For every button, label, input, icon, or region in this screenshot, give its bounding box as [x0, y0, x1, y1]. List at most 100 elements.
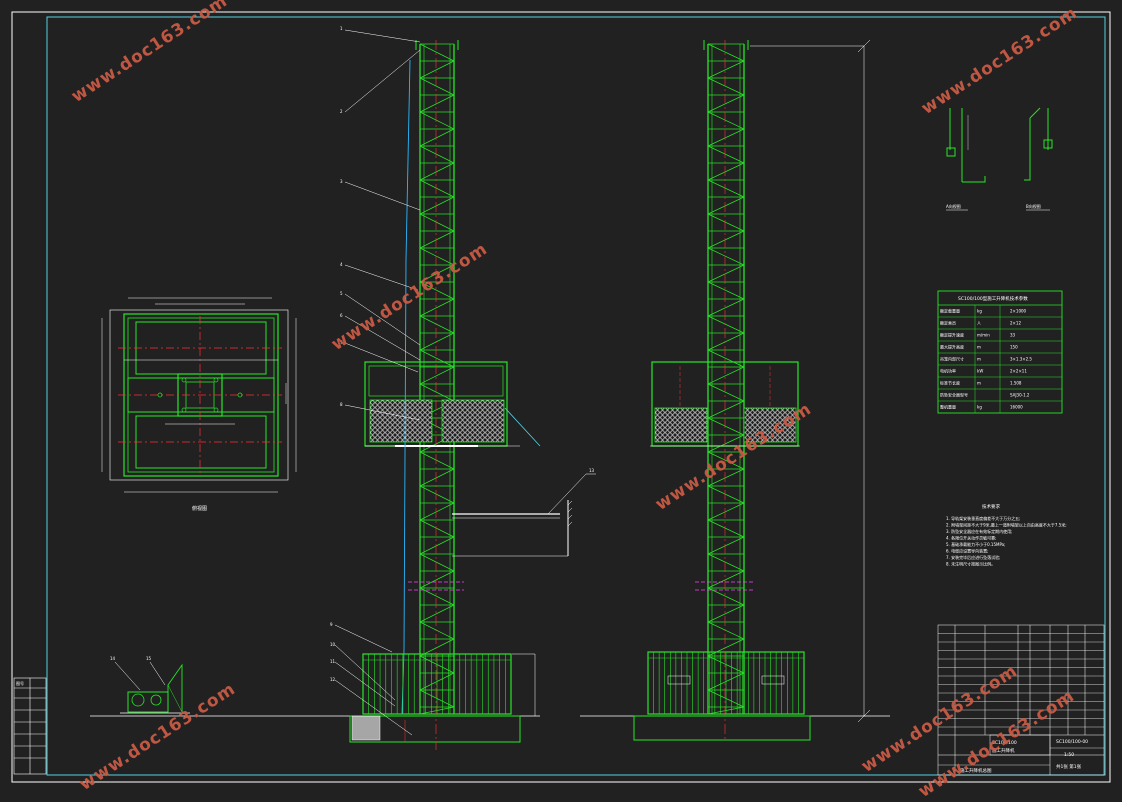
spec-cell: 标准节长度: [940, 380, 960, 386]
callout-6: 6: [340, 313, 343, 318]
spec-cell: 2×12: [1010, 321, 1021, 326]
drawing-line: [419, 162, 455, 181]
spec-cell: 最大提升高度: [940, 344, 964, 350]
note-line: 4. 各限位开关动作灵敏可靠;: [946, 535, 996, 541]
drawing-line: [419, 43, 455, 62]
drawing-line: [707, 519, 745, 538]
drawing-line: [419, 128, 455, 147]
spec-cell: 人: [977, 321, 981, 326]
drawing-line: [707, 77, 745, 96]
plan-view-label: 俯视图: [192, 505, 207, 512]
notes-title: 技术要求: [982, 503, 1000, 510]
drawing-line: [419, 587, 455, 606]
spec-cell: 额定提升速度: [940, 332, 964, 338]
drawing-line: [707, 43, 745, 62]
drawing-line: [707, 111, 745, 130]
drawing-line: [707, 145, 745, 164]
front-view: 1 2 3 4 5 6 7 8 9 10 11 12 13 14 15: [90, 26, 596, 750]
spec-cell: 2×2×11: [1010, 369, 1027, 374]
drawing-line: [707, 281, 745, 300]
drawing-line: [707, 417, 745, 436]
callout-4: 4: [340, 262, 343, 267]
drawing-line: [707, 264, 745, 283]
spec-cell: kW: [977, 369, 983, 374]
drawing-line: [707, 230, 745, 249]
drawing-line: [707, 536, 745, 555]
drawing-line: [707, 60, 745, 79]
drawing-line: [419, 519, 455, 538]
spec-cell: kg: [977, 405, 982, 410]
note-line: 3. 防坠安全器应在有效标定期内使用;: [946, 528, 1012, 534]
drawing-line: [707, 162, 745, 181]
callout-5: 5: [340, 291, 343, 296]
drawing-line: [707, 485, 745, 504]
drawing-line: [707, 349, 745, 368]
note-line: 6. 电缆应设置导向装置;: [946, 548, 988, 554]
spec-cell: m/min: [977, 333, 990, 338]
callout-8: 8: [340, 402, 343, 407]
drawing-line: [707, 213, 745, 232]
callout-12: 12: [330, 677, 336, 682]
detail-views: [946, 107, 1053, 211]
spec-cell: 16000: [1010, 405, 1023, 410]
spec-cell: 1.508: [1010, 381, 1022, 386]
spec-cell: m: [977, 357, 981, 362]
drawing-line: [419, 315, 455, 334]
cad-drawing: 图号 俯视图 1 2 3 4 5 6 7 8 9 10 11 12 13 14 …: [11, 11, 1111, 783]
drawing-line: [419, 196, 455, 215]
drawing-line: [419, 349, 455, 368]
revision-table-left: [13, 677, 47, 775]
drawing-line: [707, 383, 745, 402]
drawing-line: [707, 298, 745, 317]
spec-cell: 整机重量: [940, 404, 956, 410]
drawing-line: [419, 230, 455, 249]
drawing-line: [419, 332, 455, 351]
drawing-line: [707, 332, 745, 351]
drawing-line: [707, 366, 745, 385]
drawing-line: [419, 111, 455, 130]
spec-cell: m: [977, 381, 981, 386]
drawing-line: [707, 400, 745, 419]
drawing-line: [419, 145, 455, 164]
drawing-line: [707, 502, 745, 521]
drawing-line: [707, 94, 745, 113]
note-line: 8. 未注明尺寸按图示比例。: [946, 561, 995, 567]
guide-rail-mast-side: [703, 40, 749, 715]
callout-14: 14: [110, 656, 116, 661]
drawing-line: [419, 604, 455, 623]
drawing-line: [707, 196, 745, 215]
drawing-line: [419, 383, 455, 402]
drawing-line: [707, 128, 745, 147]
spec-cell: 150: [1010, 345, 1018, 350]
drawing-line: [419, 451, 455, 470]
drawing-line: [419, 366, 455, 385]
drawing-line: [707, 179, 745, 198]
drawing-line: [707, 570, 745, 589]
spec-cell: 2×1000: [1010, 309, 1027, 314]
detail-a-label: A向视图: [946, 203, 961, 209]
drawing-line: [419, 94, 455, 113]
callout-10: 10: [330, 642, 336, 647]
note-line: 1. 导轨架安装垂直度偏差不大于万分之五;: [946, 515, 1020, 521]
callout-9: 9: [330, 622, 333, 627]
title-sheet: 共1张 第1张: [1056, 763, 1082, 770]
drawing-line: [419, 179, 455, 198]
drawing-line: [419, 77, 455, 96]
plan-view: [101, 297, 297, 493]
drawing-line: [707, 553, 745, 572]
left-table-label: 图号: [16, 680, 24, 686]
note-line: 7. 安装完毕后应进行坠落试验;: [946, 554, 1000, 560]
spec-cell: 防坠安全器型号: [940, 392, 968, 398]
drawing-line: [419, 60, 455, 79]
callout-1: 1: [340, 26, 343, 31]
title-drawing-number: SC100/100-00: [1056, 739, 1088, 745]
drawing-line: [419, 502, 455, 521]
spec-cell: m: [977, 345, 981, 350]
spec-table: 额定载重量 kg 2×1000 额定乘员 人 2×12 额定提升速度 m/min 33 最大提升高…: [937, 290, 1063, 414]
note-line: 5. 基础承载能力不小于0.15MPa;: [946, 541, 1005, 547]
callout-2: 2: [340, 109, 343, 114]
callout-3: 3: [340, 179, 343, 184]
drawing-line: [419, 553, 455, 572]
drawing-line: [419, 570, 455, 589]
drawing-line: [419, 536, 455, 555]
